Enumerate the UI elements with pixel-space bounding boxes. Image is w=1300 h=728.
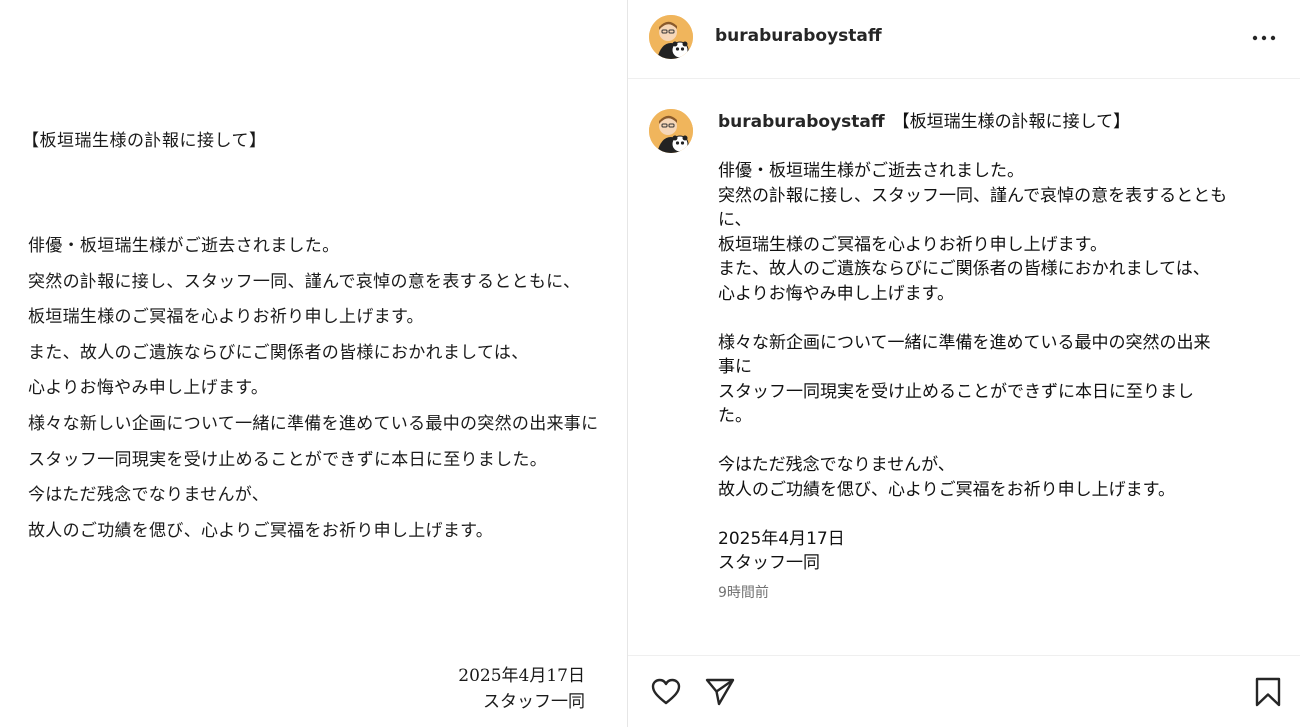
- instagram-post-view: 【板垣瑞生様の訃報に接して】 俳優・板垣瑞生様がご逝去されました。 突然の訃報に…: [0, 0, 1300, 727]
- statement-title: 【板垣瑞生様の訃報に接して】: [22, 131, 267, 151]
- statement-line: 故人のご功績を偲び、心よりご冥福をお祈り申し上げます。: [28, 520, 494, 541]
- caption-title: 【板垣瑞生様の訃報に接して】: [892, 112, 1131, 132]
- statement-signature: スタッフ一同: [483, 692, 585, 712]
- statement-line: 板垣瑞生様のご冥福を心よりお祈り申し上げます。: [28, 307, 424, 328]
- post-header: buraburaboystaff: [628, 0, 1300, 79]
- caption-line: スタッフ一同現実を受け止めることができずに本日に至りまし: [718, 381, 1194, 402]
- caption-area: buraburaboystaff 【板垣瑞生様の訃報に接して】 俳優・板垣瑞生様が…: [628, 79, 1300, 654]
- avatar[interactable]: [649, 15, 693, 59]
- caption-line: 板垣瑞生様のご冥福を心よりお祈り申し上げます。: [718, 234, 1107, 255]
- caption-line: 俳優・板垣瑞生様がご逝去されました。: [718, 161, 1024, 181]
- caption-paragraph: 様々な新企画について一緒に準備を進めている最中の突然の出来 事に スタッフ一同現…: [718, 331, 1278, 429]
- statement-line: 様々な新しい企画について一緒に準備を進めている最中の突然の出来事に: [28, 413, 599, 434]
- statement-line: 俳優・板垣瑞生様がご逝去されました。: [28, 236, 340, 256]
- caption-line: 故人のご功績を偲び、心よりご冥福をお祈り申し上げます。: [718, 479, 1175, 500]
- caption-line: 事に: [718, 357, 752, 377]
- caption-line: 今はただ残念でなりませんが、: [718, 455, 955, 475]
- avatar-cartoon-icon: [649, 15, 693, 59]
- like-button[interactable]: [648, 674, 684, 710]
- avatar-cartoon-icon: [649, 109, 693, 153]
- caption-line: また、故人のご遺族ならびにご関係者の皆様におかれましては、: [718, 259, 1210, 279]
- caption-username[interactable]: buraburaboystaff: [718, 112, 885, 132]
- save-button[interactable]: [1250, 674, 1286, 710]
- statement-date: 2025年4月17日: [458, 666, 585, 686]
- send-icon: [705, 678, 735, 706]
- caption-title-line: buraburaboystaff 【板垣瑞生様の訃報に接して】: [718, 110, 1278, 135]
- caption-date: 2025年4月17日: [718, 528, 845, 549]
- post-timestamp[interactable]: 9時間前: [718, 582, 769, 602]
- caption-paragraph: 2025年4月17日 スタッフ一同: [718, 527, 1278, 576]
- statement-line: また、故人のご遺族ならびにご関係者の皆様におかれましては、: [28, 342, 529, 363]
- caption-line: た。: [718, 406, 752, 426]
- statement-line: スタッフ一同現実を受け止めることができずに本日に至りました。: [28, 449, 547, 470]
- header-username[interactable]: buraburaboystaff: [715, 26, 882, 46]
- heart-icon: [651, 678, 681, 705]
- caption-avatar[interactable]: [649, 109, 693, 153]
- share-button[interactable]: [702, 674, 738, 710]
- post-caption: buraburaboystaff 【板垣瑞生様の訃報に接して】 俳優・板垣瑞生様が…: [718, 110, 1278, 600]
- caption-line: に、: [718, 210, 752, 230]
- statement-line: 心よりお悔やみ申し上げます。: [28, 378, 269, 399]
- statement-line: 突然の訃報に接し、スタッフ一同、謹んで哀悼の意を表するとともに、: [28, 271, 581, 292]
- caption-line: 突然の訃報に接し、スタッフ一同、謹んで哀悼の意を表するととも: [718, 185, 1228, 206]
- statement-body: 俳優・板垣瑞生様がご逝去されました。 突然の訃報に接し、スタッフ一同、謹んで哀悼…: [28, 232, 598, 552]
- caption-signature: スタッフ一同: [718, 553, 820, 573]
- statement-line: 今はただ残念でなりませんが、: [28, 485, 270, 506]
- bookmark-icon: [1255, 677, 1281, 707]
- action-bar: [628, 655, 1300, 728]
- caption-line: 様々な新企画について一緒に準備を進めている最中の突然の出来: [718, 332, 1211, 353]
- post-sidebar: buraburaboystaff buraburaboystaff 【板垣瑞生様…: [628, 0, 1300, 727]
- caption-paragraph: 俳優・板垣瑞生様がご逝去されました。 突然の訃報に接し、スタッフ一同、謹んで哀悼…: [718, 159, 1278, 306]
- caption-paragraph: 今はただ残念でなりませんが、 故人のご功績を偲び、心よりご冥福をお祈り申し上げま…: [718, 453, 1278, 502]
- more-horizontal-icon: [1252, 35, 1276, 41]
- caption-line: 心よりお悔やみ申し上げます。: [718, 283, 954, 304]
- more-options-button[interactable]: [1244, 20, 1284, 56]
- post-image[interactable]: 【板垣瑞生様の訃報に接して】 俳優・板垣瑞生様がご逝去されました。 突然の訃報に…: [0, 0, 627, 727]
